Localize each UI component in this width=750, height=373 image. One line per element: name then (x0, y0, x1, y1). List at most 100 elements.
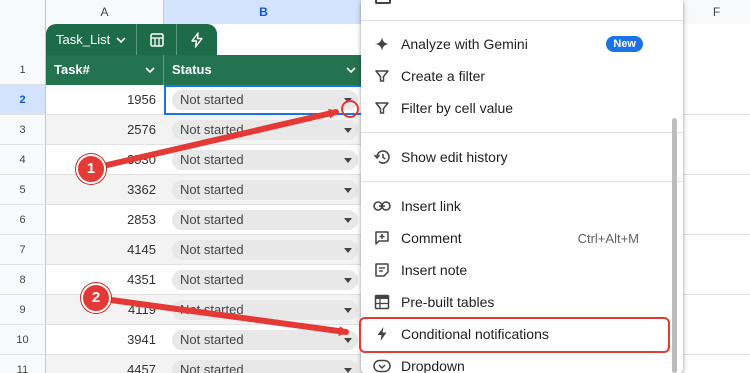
menu-item-show-edit-history[interactable]: Show edit history (361, 141, 671, 173)
status-value: Not started (180, 122, 244, 137)
status-dropdown-chip[interactable]: Not started (172, 300, 358, 320)
status-value: Not started (180, 212, 244, 227)
column-header-b[interactable]: B (164, 0, 364, 24)
menu-item-label: Show edit history (401, 149, 508, 165)
menu-item-label: Dropdown (401, 358, 465, 373)
menu-item-prebuilt-tables[interactable]: Pre-built tables (361, 286, 671, 318)
row-header-9[interactable]: 9 (0, 295, 46, 325)
link-icon (361, 200, 401, 212)
table-name-button[interactable]: Task_List (46, 24, 138, 55)
chevron-down-icon (116, 36, 126, 43)
status-dropdown-chip[interactable]: Not started (172, 240, 358, 260)
menu-item-insert-note[interactable]: Insert note (361, 254, 671, 286)
row-header-1[interactable]: 1 (0, 55, 46, 85)
task-number-cell[interactable]: 1956 (46, 85, 164, 115)
chevron-down-icon (145, 67, 155, 74)
menu-item-filter-by-cell-value[interactable]: Filter by cell value (361, 92, 671, 124)
history-icon (361, 149, 401, 165)
status-value: Not started (180, 272, 244, 287)
select-all-corner[interactable] (0, 0, 46, 24)
menu-item-label: Filter by cell value (401, 100, 514, 116)
status-dropdown-chip[interactable]: Not started (172, 150, 358, 170)
menu-divider (361, 20, 683, 21)
row-header-11[interactable]: 11 (0, 355, 46, 373)
menu-item-label: Comment (401, 230, 462, 246)
status-value: Not started (180, 242, 244, 257)
sparkle-icon (361, 36, 401, 52)
selected-cell-outline (164, 85, 364, 115)
status-value: Not started (180, 182, 244, 197)
row-header-7[interactable]: 7 (0, 235, 46, 265)
status-dropdown-chip[interactable]: Not started (172, 330, 358, 350)
filter-icon (361, 100, 401, 116)
table-grid-icon (149, 32, 164, 47)
menu-item-label: Insert note (401, 262, 468, 278)
status-dropdown-chip[interactable]: Not started (172, 210, 358, 230)
dropdown-caret-icon[interactable] (344, 338, 352, 343)
dropdown-caret-icon[interactable] (344, 158, 352, 163)
status-value: Not started (180, 152, 244, 167)
status-dropdown-chip[interactable]: Not started (172, 120, 358, 140)
status-value: Not started (180, 302, 244, 317)
status-dropdown-chip[interactable]: Not started (172, 270, 358, 290)
column-header-status-label: Status (172, 62, 212, 77)
menu-item-analyze-gemini[interactable]: Analyze with Gemini New (361, 28, 671, 60)
menu-item-insert-link[interactable]: Insert link (361, 190, 671, 222)
menu-divider (361, 181, 683, 182)
task-number-cell[interactable]: 4145 (46, 235, 164, 265)
menu-item-create-filter[interactable]: Create a filter (361, 60, 671, 92)
dropdown-caret-icon[interactable] (344, 308, 352, 313)
table-icon (361, 294, 401, 310)
dropdown-icon (361, 359, 401, 373)
row-header-2[interactable]: 2 (0, 85, 46, 115)
row-header-6[interactable]: 6 (0, 205, 46, 235)
dropdown-caret-icon[interactable] (344, 128, 352, 133)
dropdown-caret-icon[interactable] (344, 278, 352, 283)
task-number-cell[interactable]: 2576 (46, 115, 164, 145)
note-icon (361, 262, 401, 278)
menu-item-label: Insert link (401, 198, 461, 214)
comment-icon (361, 230, 401, 246)
dropdown-caret-icon[interactable] (344, 188, 352, 193)
new-badge: New (606, 36, 643, 52)
bolt-icon (191, 31, 203, 48)
callout-1: 1 (76, 154, 106, 184)
dropdown-caret-icon[interactable] (344, 218, 352, 223)
row-header-5[interactable]: 5 (0, 175, 46, 205)
column-header-f[interactable]: F (683, 0, 750, 24)
table-automation-button[interactable] (177, 24, 217, 55)
menu-divider (361, 132, 683, 133)
menu-item-label: Analyze with Gemini (401, 36, 528, 52)
table-header-row: Task# Status (46, 55, 364, 85)
menu-item-dropdown[interactable]: Dropdown (361, 350, 671, 373)
column-header-task-label: Task# (54, 62, 90, 77)
table-name: Task_List (56, 32, 111, 47)
column-header-status[interactable]: Status (164, 55, 364, 85)
task-number-cell[interactable]: 2853 (46, 205, 164, 235)
callout-2: 2 (81, 283, 111, 313)
table-view-button[interactable] (137, 24, 178, 55)
menu-scrollbar[interactable] (672, 118, 677, 373)
status-value: Not started (180, 362, 244, 373)
row-header-10[interactable]: 10 (0, 325, 46, 355)
row-header-3[interactable]: 3 (0, 115, 46, 145)
filter-icon (361, 68, 401, 84)
column-header-a[interactable]: A (46, 0, 164, 24)
row-header-8[interactable]: 8 (0, 265, 46, 295)
column-header-task[interactable]: Task# (46, 55, 164, 85)
task-number-cell[interactable]: 3941 (46, 325, 164, 355)
chevron-down-icon (346, 67, 356, 74)
dropdown-caret-icon[interactable] (344, 368, 352, 373)
status-dropdown-chip[interactable]: Not started (172, 180, 358, 200)
keyboard-shortcut: Ctrl+Alt+M (577, 230, 639, 246)
highlight-box (359, 317, 670, 353)
clipboard-icon (375, 0, 391, 4)
row-header-4[interactable]: 4 (0, 145, 46, 175)
task-number-cell[interactable]: 3362 (46, 175, 164, 205)
menu-item-label: Pre-built tables (401, 294, 495, 310)
menu-item-comment[interactable]: Comment Ctrl+Alt+M (361, 222, 671, 254)
status-dropdown-chip[interactable]: Not started (172, 360, 358, 373)
status-value: Not started (180, 332, 244, 347)
dropdown-caret-icon[interactable] (344, 248, 352, 253)
task-number-cell[interactable]: 4457 (46, 355, 164, 373)
